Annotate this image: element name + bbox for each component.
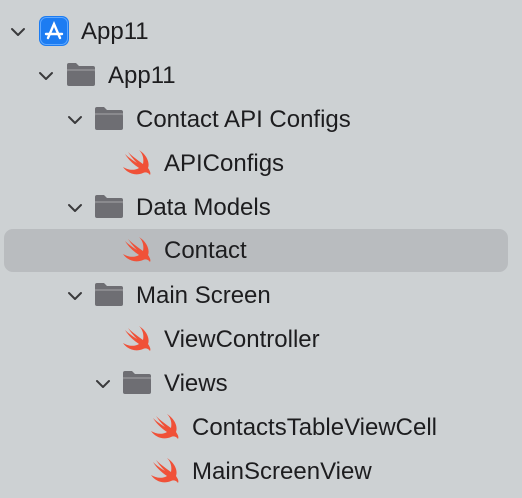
- chevron-down-icon[interactable]: [65, 286, 85, 306]
- navigator-item-label: Views: [164, 370, 228, 397]
- navigator-row-group-app11[interactable]: App11: [4, 54, 508, 97]
- navigator-item-label: APIConfigs: [164, 150, 285, 177]
- navigator-row-project[interactable]: App11: [4, 10, 508, 53]
- navigator-item-label: ViewController: [164, 326, 320, 353]
- chevron-down-icon[interactable]: [65, 110, 85, 130]
- chevron-down-icon[interactable]: [36, 66, 56, 86]
- navigator-row-file-mainscreenview[interactable]: MainScreenView: [4, 450, 508, 493]
- project-navigator: App11 App11 Contact API Configs APIConfi…: [0, 0, 522, 498]
- navigator-item-label: Contact API Configs: [136, 106, 351, 133]
- folder-icon: [93, 280, 125, 310]
- folder-icon: [121, 368, 153, 398]
- folder-icon: [93, 104, 125, 134]
- swift-file-icon: [121, 235, 153, 265]
- navigator-row-file-viewcontroller[interactable]: ViewController: [4, 318, 508, 361]
- navigator-row-group-contact-api-configs[interactable]: Contact API Configs: [4, 98, 508, 141]
- chevron-down-icon[interactable]: [8, 22, 28, 42]
- navigator-row-group-data-models[interactable]: Data Models: [4, 186, 508, 229]
- navigator-item-label: MainScreenView: [192, 458, 372, 485]
- navigator-item-label: Main Screen: [136, 282, 271, 309]
- folder-icon: [93, 192, 125, 222]
- app-project-icon: [38, 16, 70, 46]
- navigator-item-label: Data Models: [136, 194, 271, 221]
- chevron-down-icon[interactable]: [93, 374, 113, 394]
- navigator-row-file-apiconfigs[interactable]: APIConfigs: [4, 142, 508, 185]
- navigator-item-label: Contact: [164, 237, 247, 264]
- swift-file-icon: [149, 412, 181, 442]
- swift-file-icon: [121, 148, 153, 178]
- navigator-row-file-contactstableviewcell[interactable]: ContactsTableViewCell: [4, 406, 508, 449]
- navigator-item-label: App11: [108, 62, 176, 89]
- navigator-row-group-views[interactable]: Views: [4, 362, 508, 405]
- navigator-row-file-contact[interactable]: Contact: [4, 229, 508, 272]
- folder-icon: [65, 60, 97, 90]
- navigator-row-group-main-screen[interactable]: Main Screen: [4, 274, 508, 317]
- swift-file-icon: [149, 456, 181, 486]
- swift-file-icon: [121, 324, 153, 354]
- navigator-item-label: App11: [81, 18, 149, 45]
- navigator-item-label: ContactsTableViewCell: [192, 414, 438, 441]
- chevron-down-icon[interactable]: [65, 198, 85, 218]
